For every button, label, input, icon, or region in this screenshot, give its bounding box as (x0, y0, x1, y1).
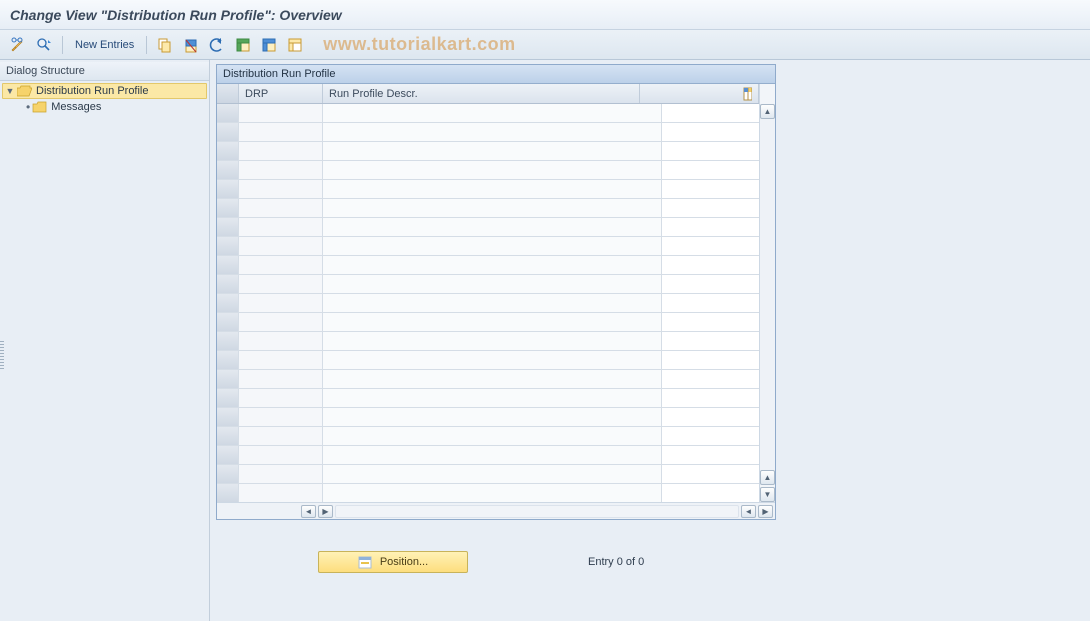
table-row[interactable] (217, 446, 759, 465)
table-row[interactable] (217, 389, 759, 408)
table-row[interactable] (217, 180, 759, 199)
table-row[interactable] (217, 313, 759, 332)
select-all-icon (235, 37, 251, 53)
copy-icon (157, 37, 173, 53)
table-row[interactable] (217, 275, 759, 294)
table-row[interactable] (217, 408, 759, 427)
application-toolbar: New Entries (0, 30, 1090, 60)
find-icon (36, 37, 52, 53)
vertical-scrollbar: ▲ ▲ ▼ (759, 84, 775, 502)
position-button-label: Position... (380, 556, 428, 568)
other-view-button[interactable] (34, 35, 54, 55)
table-body[interactable] (217, 104, 759, 502)
deselect-all-icon (287, 37, 303, 53)
open-folder-icon (17, 85, 32, 97)
tree-node-label: Messages (49, 101, 101, 113)
sidebar-header: Dialog Structure (0, 62, 209, 81)
table-row[interactable] (217, 104, 759, 123)
scroll-up-button[interactable]: ▲ (760, 104, 775, 119)
scroll-page-down-button[interactable]: ▼ (760, 487, 775, 502)
position-button[interactable]: Position... (318, 551, 468, 573)
select-block-icon (261, 37, 277, 53)
new-entries-button[interactable]: New Entries (71, 35, 138, 55)
table-row[interactable] (217, 370, 759, 389)
table-row[interactable] (217, 161, 759, 180)
table-row[interactable] (217, 199, 759, 218)
copy-as-button[interactable] (155, 35, 175, 55)
toggle-display-change-button[interactable] (8, 35, 28, 55)
table-row[interactable] (217, 427, 759, 446)
collapse-icon[interactable]: ▼ (5, 86, 15, 96)
deselect-all-button[interactable] (285, 35, 305, 55)
table-row[interactable] (217, 123, 759, 142)
row-selector-header[interactable] (217, 84, 239, 103)
page-title: Change View "Distribution Run Profile": … (10, 7, 342, 23)
table-row[interactable] (217, 351, 759, 370)
column-header-drp[interactable]: DRP (239, 84, 323, 103)
configure-columns-button[interactable] (737, 84, 759, 103)
tree-node-label: Distribution Run Profile (34, 85, 149, 97)
table-row[interactable] (217, 218, 759, 237)
select-block-button[interactable] (259, 35, 279, 55)
entry-count-label: Entry 0 of 0 (588, 556, 644, 568)
panel-title: Distribution Run Profile (217, 65, 775, 84)
column-header-descr[interactable]: Run Profile Descr. (323, 84, 640, 103)
table-row[interactable] (217, 237, 759, 256)
tree-node-messages[interactable]: • Messages (2, 99, 207, 115)
tree-node-distribution-run-profile[interactable]: ▼ Distribution Run Profile (2, 83, 207, 99)
scroll-page-left-button[interactable]: ▶ (318, 505, 333, 518)
table-row[interactable] (217, 142, 759, 161)
bullet-icon: • (26, 101, 30, 113)
scroll-left-button[interactable]: ◄ (301, 505, 316, 518)
closed-folder-icon (32, 101, 47, 113)
scroll-right-button[interactable]: ▶ (758, 505, 773, 518)
delete-icon (183, 37, 199, 53)
delete-button[interactable] (181, 35, 201, 55)
table-settings-icon (743, 87, 752, 101)
toolbar-separator (146, 36, 147, 54)
scroll-track[interactable] (760, 119, 775, 470)
table-header: DRP Run Profile Descr. (217, 84, 759, 104)
position-icon (358, 555, 372, 569)
workspace: Dialog Structure ▼ Distribution Run Prof… (0, 60, 1090, 621)
scroll-page-right-button[interactable]: ◄ (741, 505, 756, 518)
table-row[interactable] (217, 256, 759, 275)
toolbar-separator (62, 36, 63, 54)
table-row[interactable] (217, 332, 759, 351)
footer-bar: Position... Entry 0 of 0 (216, 542, 1090, 582)
table-row[interactable] (217, 465, 759, 484)
title-bar: Change View "Distribution Run Profile": … (0, 0, 1090, 30)
distribution-run-profile-panel: Distribution Run Profile DRP Run Profile… (216, 64, 776, 520)
dialog-structure-pane: Dialog Structure ▼ Distribution Run Prof… (0, 60, 210, 621)
undo-button[interactable] (207, 35, 227, 55)
dialog-structure-tree: ▼ Distribution Run Profile • Messages (0, 81, 209, 117)
hscroll-track[interactable] (335, 505, 739, 518)
splitter-handle[interactable] (0, 341, 4, 371)
distribution-run-profile-table: DRP Run Profile Descr. (217, 84, 759, 502)
watermark-text: www.tutorialkart.com (323, 34, 515, 55)
select-all-button[interactable] (233, 35, 253, 55)
horizontal-scrollbar: ◄ ▶ ◄ ▶ (217, 502, 775, 519)
pencil-glasses-icon (10, 37, 26, 53)
column-header-spacer (640, 84, 737, 103)
main-content: Distribution Run Profile DRP Run Profile… (210, 60, 1090, 621)
table-row[interactable] (217, 484, 759, 502)
table-row[interactable] (217, 294, 759, 313)
undo-icon (209, 37, 225, 53)
scroll-page-up-button[interactable]: ▲ (760, 470, 775, 485)
